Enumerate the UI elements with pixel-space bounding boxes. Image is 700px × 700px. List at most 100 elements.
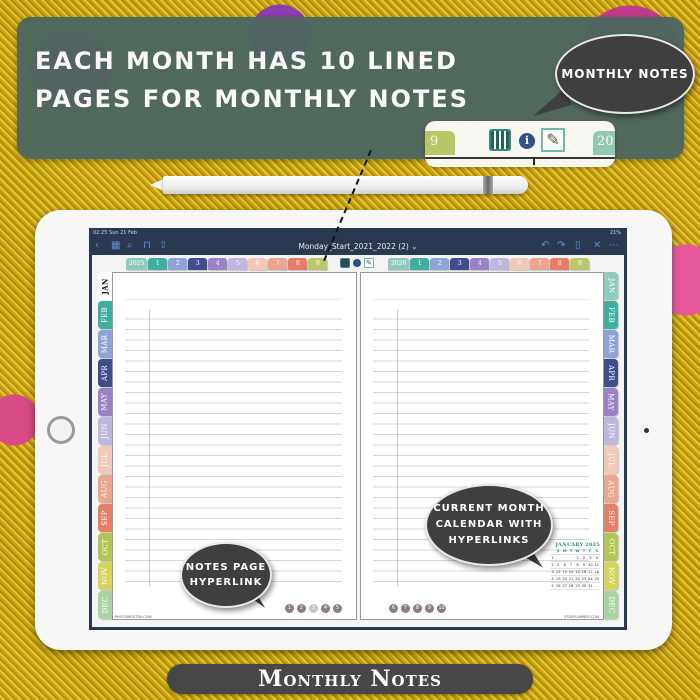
month-tab-jun[interactable]: JUN xyxy=(604,417,618,445)
year-tab-5[interactable]: 5 xyxy=(490,258,510,270)
header-line xyxy=(373,299,589,300)
planner-spread: 2025 1 2 3 4 5 6 7 8 9 ✎ 2026 1 2 3 4 5 6 7 8 9 JAN FEB MAR A… xyxy=(92,255,624,627)
month-tab-jul[interactable]: JUL xyxy=(98,446,112,474)
close-icon[interactable]: ✕ xyxy=(593,240,601,252)
year-tab-7[interactable]: 7 xyxy=(268,258,288,270)
info-icon: i xyxy=(519,133,535,149)
margin-line xyxy=(397,309,398,587)
month-tab-mar[interactable]: MAR xyxy=(604,330,618,358)
month-tab-feb[interactable]: FEB xyxy=(98,301,112,329)
month-tab-apr[interactable]: APR xyxy=(98,359,112,387)
year-tab-2[interactable]: 2 xyxy=(168,258,188,270)
month-tab-jun[interactable]: JUN xyxy=(98,417,112,445)
right-month-tabs: JAN FEB MAR APR MAY JUN JUL AUG SEP OCT NOV DEC xyxy=(604,272,618,619)
year-tab-2026[interactable]: 2026 xyxy=(388,258,410,270)
year-tab-1[interactable]: 1 xyxy=(410,258,430,270)
year-tab-4[interactable]: 4 xyxy=(208,258,228,270)
callout-monthly-notes: MONTHLY NOTES xyxy=(555,34,695,114)
month-tab-may[interactable]: MAY xyxy=(98,388,112,416)
month-tab-label: AUG xyxy=(607,480,616,498)
info-icon[interactable] xyxy=(353,259,361,267)
banner-title: EACH MONTH HAS 10 LINED PAGES FOR MONTHL… xyxy=(35,47,469,113)
page-link-8[interactable]: 8 xyxy=(413,604,422,613)
year-tab-4[interactable]: 4 xyxy=(470,258,490,270)
month-tab-label: JUL xyxy=(607,452,616,468)
calendar-day[interactable]: 18 xyxy=(593,569,600,576)
zoomed-toolbar-strip: 9 i ✎ 20 xyxy=(425,121,615,167)
month-tab-label: OCT xyxy=(101,538,110,556)
month-tab-label: NOV xyxy=(607,567,616,585)
month-tab-dec[interactable]: DEC xyxy=(604,591,618,619)
status-bar: 02:25 Sun 21 Feb 21% xyxy=(89,228,627,238)
year-tab-1[interactable]: 1 xyxy=(148,258,168,270)
month-tab-oct[interactable]: OCT xyxy=(98,533,112,561)
notes-pen-icon[interactable]: ✎ xyxy=(364,258,374,268)
month-tab-sep[interactable]: SEP xyxy=(98,504,112,532)
year-tab-9[interactable]: 9 xyxy=(570,258,590,270)
month-tab-label: MAR xyxy=(101,334,109,354)
footer-right: STAGPLANNER.COM xyxy=(564,615,599,619)
month-tab-aug[interactable]: AUG xyxy=(98,475,112,503)
calendar-day[interactable]: 4 xyxy=(593,555,600,562)
year-tab-2[interactable]: 2 xyxy=(430,258,450,270)
month-tab-may[interactable]: MAY xyxy=(604,388,618,416)
month-tab-label: FEB xyxy=(101,306,110,324)
month-tab-label: JAN xyxy=(607,278,616,294)
year-tab-6[interactable]: 6 xyxy=(510,258,530,270)
month-tab-feb[interactable]: FEB xyxy=(604,301,618,329)
month-tab-aug[interactable]: AUG xyxy=(604,475,618,503)
year-tab-8[interactable]: 8 xyxy=(550,258,570,270)
callout-current-month-calendar: CURRENT MONTH CALENDAR WITH HYPERLINKS xyxy=(425,484,553,566)
page-link-5[interactable]: 5 xyxy=(333,604,342,613)
month-tab-jan[interactable]: JAN xyxy=(604,272,618,300)
month-tab-label: SEP xyxy=(607,510,616,526)
page-link-2[interactable]: 2 xyxy=(297,604,306,613)
export-icon[interactable]: ▯ xyxy=(575,240,581,252)
month-tab-apr[interactable]: APR xyxy=(604,359,618,387)
month-tab-jul[interactable]: JUL xyxy=(604,446,618,474)
month-tab-mar[interactable]: MAR xyxy=(98,330,112,358)
calendar-icon[interactable] xyxy=(340,258,350,268)
page-link-10[interactable]: 10 xyxy=(437,604,446,613)
year-tab-6[interactable]: 6 xyxy=(248,258,268,270)
left-month-tabs: JAN FEB MAR APR MAY JUN JUL AUG SEP OCT NOV DEC xyxy=(98,272,112,619)
year-tab-7[interactable]: 7 xyxy=(530,258,550,270)
month-tab-nov[interactable]: NOV xyxy=(98,562,112,590)
month-tab-label: JAN xyxy=(100,277,110,295)
month-tab-label: FEB xyxy=(607,306,616,324)
undo-icon[interactable]: ↶ xyxy=(541,240,549,252)
page-link-4[interactable]: 4 xyxy=(321,604,330,613)
calendar-icon xyxy=(489,129,511,151)
year-tab-3[interactable]: 3 xyxy=(450,258,470,270)
page-link-3[interactable]: 3 xyxy=(309,604,318,613)
month-tab-jan[interactable]: JAN xyxy=(98,272,112,300)
battery-status: 21% xyxy=(609,230,621,236)
month-tab-label: MAY xyxy=(101,393,109,411)
redo-icon[interactable]: ↷ xyxy=(557,240,565,252)
calendar-day[interactable]: 11 xyxy=(593,562,600,569)
month-tab-oct[interactable]: OCT xyxy=(604,533,618,561)
year-tab-5[interactable]: 5 xyxy=(228,258,248,270)
page-link-6[interactable]: 6 xyxy=(389,604,398,613)
page-link-7[interactable]: 7 xyxy=(401,604,410,613)
month-tab-label: JUN xyxy=(607,423,616,439)
month-tab-label: NOV xyxy=(101,567,110,585)
pen-notes-icon: ✎ xyxy=(541,128,565,152)
month-tab-label: AUG xyxy=(101,480,110,498)
month-tab-sep[interactable]: SEP xyxy=(604,504,618,532)
more-icon[interactable]: ⋯ xyxy=(609,240,619,252)
camera-icon xyxy=(644,428,649,433)
year-tab-2025[interactable]: 2025 xyxy=(126,258,148,270)
page-link-9[interactable]: 9 xyxy=(425,604,434,613)
calendar-day[interactable]: 25 xyxy=(593,576,600,583)
pencil-band xyxy=(483,176,493,194)
mini-calendar-grid: S M T W T F S 1 1 2 3 4 2 5 6 7 8 9 10 11 3 12 13 14 15 16 17 18 4 19… xyxy=(550,548,600,590)
year-tab-8[interactable]: 8 xyxy=(288,258,308,270)
month-tab-nov[interactable]: NOV xyxy=(604,562,618,590)
home-button[interactable] xyxy=(47,416,75,444)
year-tab-3[interactable]: 3 xyxy=(188,258,208,270)
page-link-1[interactable]: 1 xyxy=(285,604,294,613)
month-tab-dec[interactable]: DEC xyxy=(98,591,112,619)
ipad-screen: 02:25 Sun 21 Feb 21% ‹ ▦ ⌕ ⊓ ⇧ Monday_St… xyxy=(89,228,627,630)
month-tab-label: JUN xyxy=(101,423,110,439)
